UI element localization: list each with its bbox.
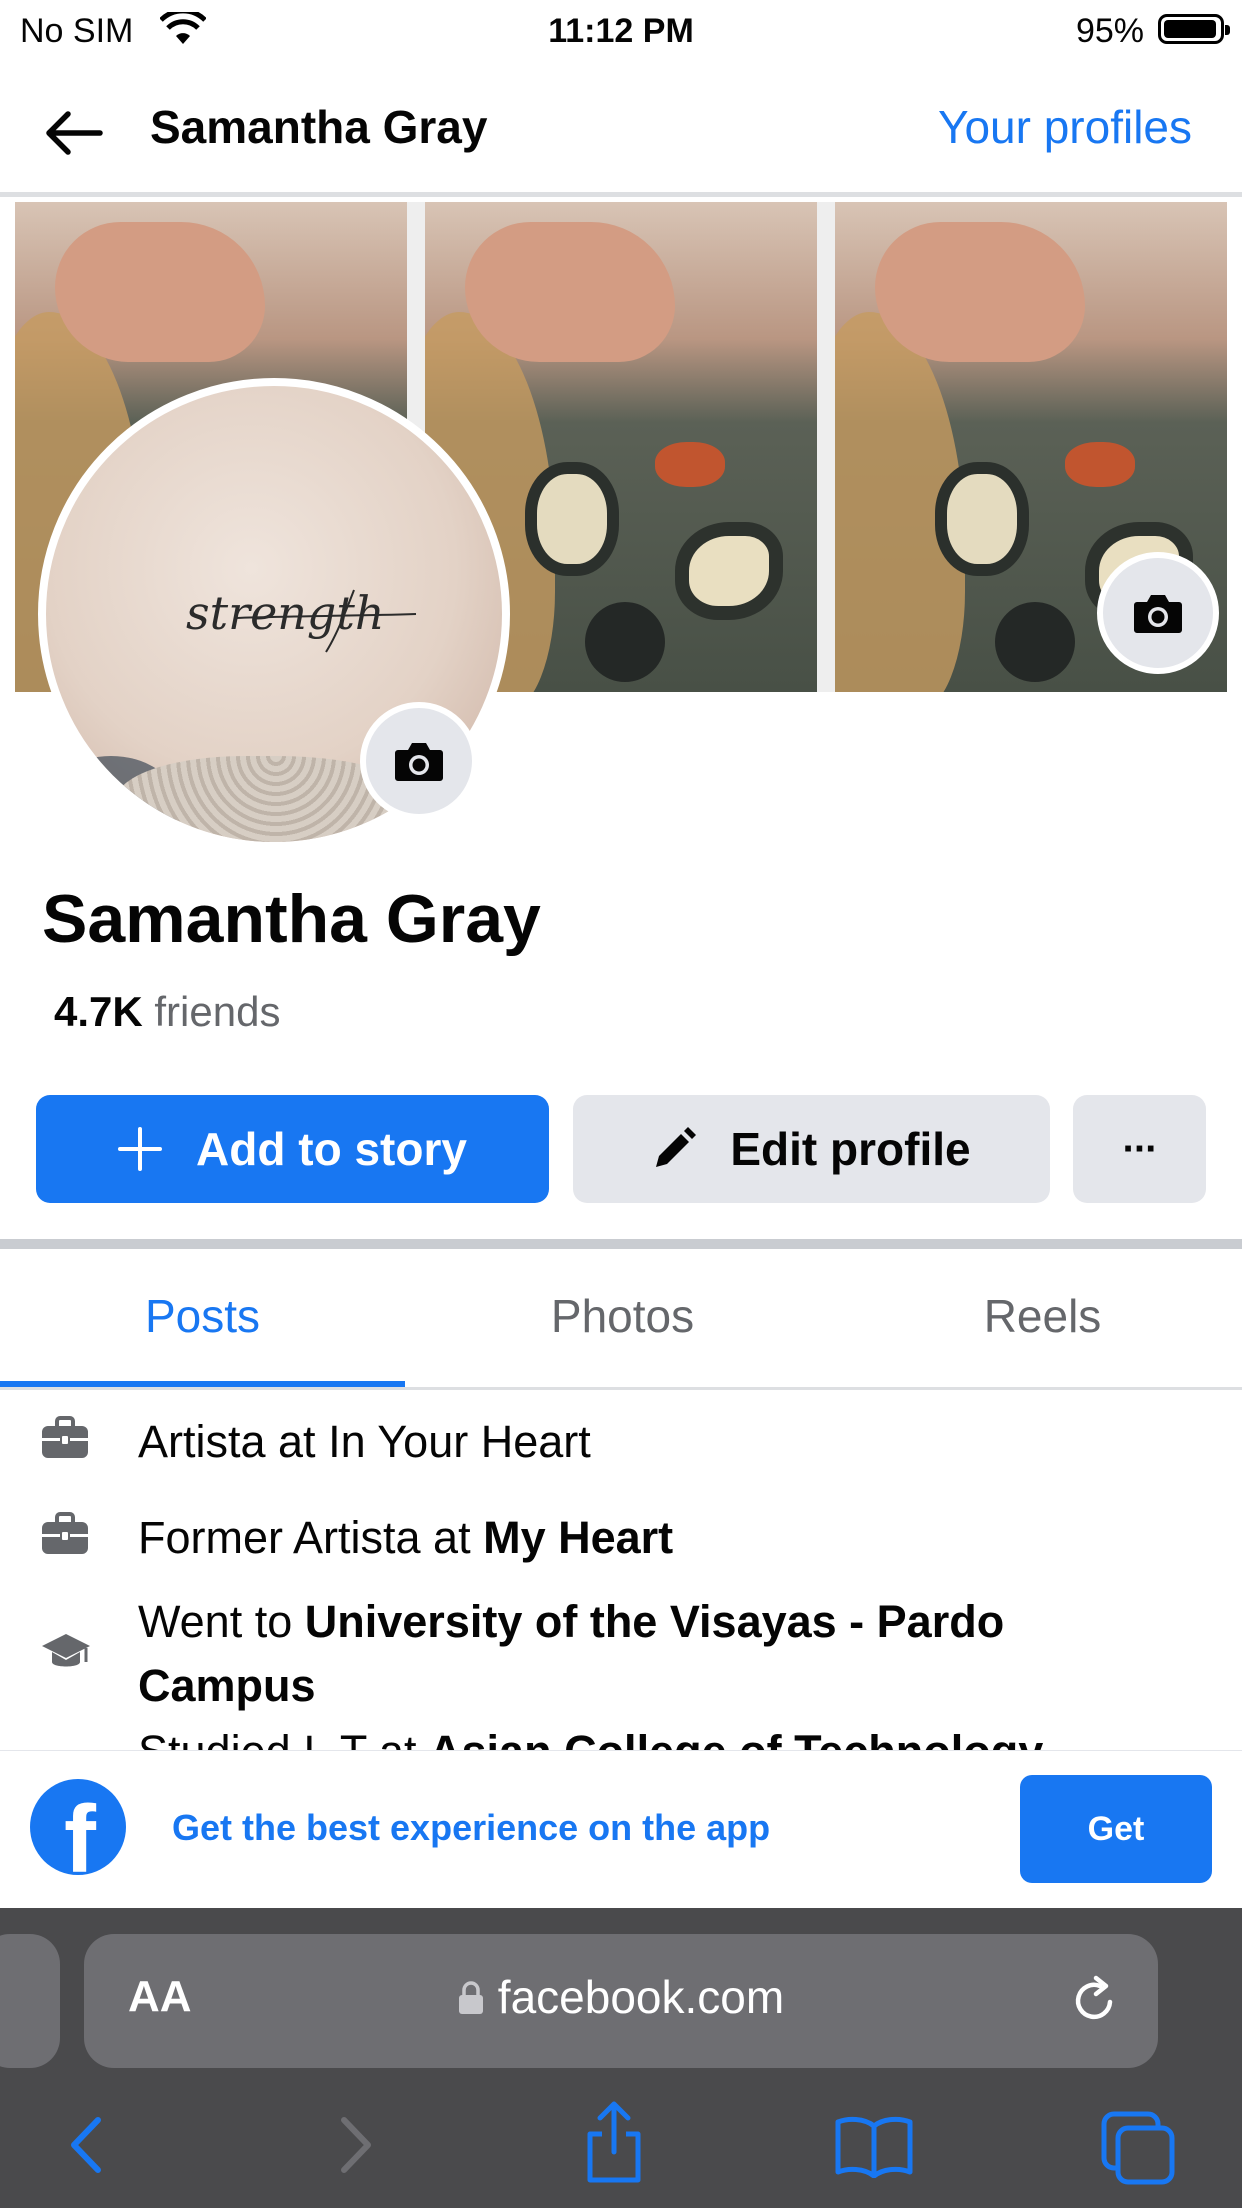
more-options-button[interactable]: ··· [1073,1095,1206,1203]
share-icon[interactable] [582,2100,646,2184]
browser-toolbar: AA facebook.com [0,1908,1242,2208]
intro-item-education: Studied I. T at Asian College of Technol… [0,1728,1242,1750]
edit-cover-photo-button[interactable] [1097,552,1219,674]
url-display[interactable]: facebook.com [84,1970,1158,2024]
bookmarks-icon[interactable] [834,2114,914,2178]
intro-text: Studied I. T at [138,1728,429,1750]
briefcase-icon [42,1416,88,1458]
facebook-logo-icon: f [30,1779,126,1893]
active-tab-indicator [0,1381,405,1387]
section-divider [0,1239,1242,1249]
address-bar[interactable]: AA facebook.com [84,1934,1158,2068]
tattoo-flourish [235,589,417,653]
profile-tabs: Posts Photos Reels [0,1249,1242,1390]
plus-icon [118,1127,163,1171]
intro-item-work: Artista at In Your Heart [0,1410,1242,1474]
intro-text: Artista at In Your Heart [138,1416,591,1467]
tab-reels[interactable]: Reels [840,1289,1242,1343]
tab-posts[interactable]: Posts [0,1289,405,1343]
back-nav-icon[interactable] [62,2110,112,2180]
camera-icon [395,743,443,781]
intro-text: Went to [138,1596,305,1647]
intro-item-education: Went to University of the Visayas - Pard… [0,1590,1242,1720]
url-text: facebook.com [497,1971,785,2023]
intro-text: Former Artista at [138,1512,484,1563]
your-profiles-link[interactable]: Your profiles [938,100,1192,154]
open-in-app-banner: f Get the best experience on the app Get [0,1750,1242,1909]
briefcase-icon [42,1512,88,1554]
battery-percentage: 95% [1075,12,1144,50]
profile-name: Samantha Gray [42,881,541,957]
clock: 11:12 PM [548,12,694,50]
add-to-story-button[interactable]: Add to story [36,1095,549,1203]
previous-tab-peek[interactable] [0,1934,60,2068]
pencil-icon [656,1127,697,1167]
status-bar: No SIM 11:12 PM 95% [0,0,1242,62]
lock-icon [458,1981,483,2014]
banner-text: Get the best experience on the app [172,1807,771,1848]
battery-icon [1158,14,1230,44]
camera-icon [1134,595,1182,633]
add-to-story-label: Add to story [196,1123,467,1175]
tabs-icon[interactable] [1100,2110,1176,2186]
back-arrow-icon [46,111,103,155]
friends-number: 4.7K [54,988,143,1035]
get-app-button[interactable]: Get [1020,1775,1212,1883]
intro-item-work: Former Artista at My Heart [0,1506,1242,1570]
edit-profile-button[interactable]: Edit profile [573,1095,1050,1203]
friends-count[interactable]: 4.7K friends [54,988,280,1036]
reload-icon[interactable] [1068,1974,1120,2026]
graduation-cap-icon [42,1634,90,1667]
forward-nav-icon[interactable] [330,2110,380,2180]
edit-profile-picture-button[interactable] [360,702,478,820]
profile-header: Samantha Gray Your profiles [0,70,1242,197]
intro-text-bold: Asian College of Technology [429,1728,1043,1750]
tab-photos[interactable]: Photos [420,1289,825,1343]
back-button[interactable] [38,98,108,168]
more-dots-icon: ··· [1122,1126,1159,1171]
intro-text-bold: My Heart [483,1512,674,1563]
header-title: Samantha Gray [150,101,488,153]
edit-profile-label: Edit profile [730,1123,971,1175]
friends-label: friends [154,988,281,1035]
